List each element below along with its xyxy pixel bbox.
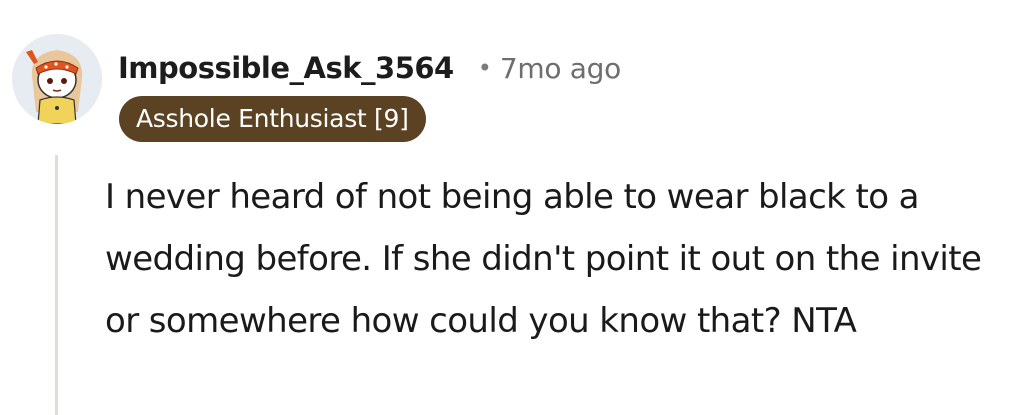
thread-line[interactable] — [55, 155, 58, 415]
meta-separator: • — [477, 54, 492, 82]
user-flair: Asshole Enthusiast [9] — [119, 96, 426, 142]
snoo-avatar-icon — [12, 34, 102, 124]
comment-meta: Impossible_Ask_3564 • 7mo ago — [118, 46, 621, 90]
avatar[interactable] — [12, 34, 102, 124]
comment-text: I never heard of not being able to wear … — [105, 177, 982, 341]
comment-body: I never heard of not being able to wear … — [105, 166, 1005, 352]
author-username[interactable]: Impossible_Ask_3564 — [118, 51, 454, 85]
comment: Impossible_Ask_3564 • 7mo ago Asshole En… — [0, 0, 1026, 415]
timestamp[interactable]: 7mo ago — [500, 52, 621, 85]
